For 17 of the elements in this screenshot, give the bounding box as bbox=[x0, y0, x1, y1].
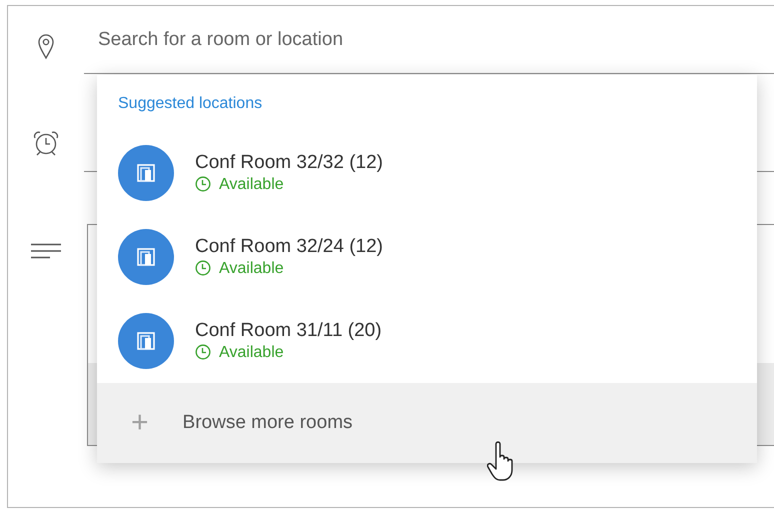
room-name: Conf Room 32/24 (12) bbox=[195, 236, 383, 258]
room-item[interactable]: Conf Room 32/32 (12) Available bbox=[97, 130, 757, 215]
dropdown-header: Suggested locations bbox=[117, 94, 264, 114]
clock-icon bbox=[195, 260, 211, 276]
clock-icon bbox=[195, 344, 211, 360]
availability-status: Available bbox=[219, 258, 284, 278]
alarm-clock-icon bbox=[32, 130, 60, 156]
room-item[interactable]: Conf Room 31/11 (20) Available bbox=[97, 298, 757, 383]
notes-icon bbox=[31, 243, 61, 259]
room-item[interactable]: Conf Room 32/24 (12) Available bbox=[97, 214, 757, 299]
availability-status: Available bbox=[219, 342, 284, 362]
browse-rooms-button[interactable]: + Browse more rooms bbox=[97, 382, 757, 463]
clock-icon bbox=[195, 176, 211, 192]
room-name: Conf Room 32/32 (12) bbox=[195, 152, 383, 174]
location-pin-icon bbox=[38, 34, 54, 60]
availability-status: Available bbox=[219, 174, 284, 194]
room-name: Conf Room 31/11 (20) bbox=[195, 320, 382, 342]
